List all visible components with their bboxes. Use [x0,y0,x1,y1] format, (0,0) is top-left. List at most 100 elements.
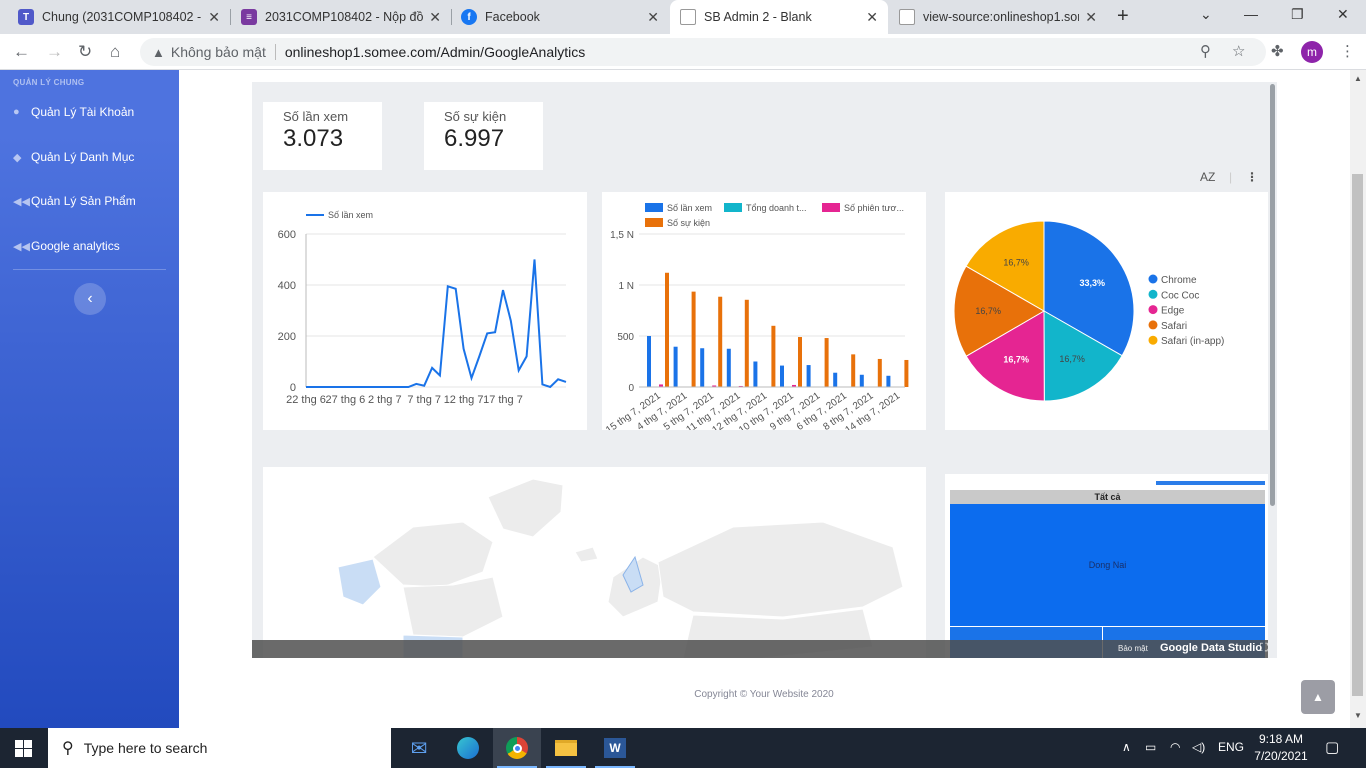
x-tick-label: 2 thg 7 [368,394,402,406]
taskbar-search[interactable]: ⚲ Type here to search [48,728,391,768]
bar [886,375,891,387]
legend-swatch [1148,274,1158,284]
close-window-icon[interactable]: ✕ [1337,6,1349,23]
close-tab-icon[interactable]: ✕ [647,9,659,26]
profile-avatar[interactable]: m [1301,41,1323,63]
y-tick-label: 500 [617,332,634,343]
bar [806,365,811,387]
reload-icon[interactable]: ↻ [78,42,92,62]
extensions-icon[interactable]: ✤ [1271,42,1284,60]
forward-icon[interactable]: → [46,42,63,62]
bar [771,325,776,387]
legend-label: Safari (in-app) [1161,336,1224,347]
word-icon: W [604,738,626,758]
bar [798,337,802,387]
treemap-scale-bar [1156,481,1265,485]
tray-chevron-up-icon[interactable]: ∧ [1122,740,1131,754]
browser-tab[interactable]: f Facebook ✕ [451,0,669,34]
line-chart-panel: Số lần xem 600 400 200 0 22 thg 6 27 thg 62 th… [263,192,587,430]
restore-icon[interactable]: ❐ [1291,6,1304,23]
page-scrollbar[interactable]: ▲ ▼ [1350,70,1366,728]
bar [824,338,829,387]
fullscreen-icon[interactable]: ⛶ [1260,642,1268,655]
x-tick-label: 27 thg 6 [326,394,366,406]
warning-icon[interactable]: ▲ [152,45,165,60]
legend-label: Edge [1161,306,1185,317]
treemap-header[interactable]: Tất cả [950,490,1265,504]
windows-start-icon[interactable] [15,740,32,757]
bell-icon: ◆ [13,151,22,164]
scroll-up-icon[interactable]: ▲ [1354,74,1362,83]
taskbar-word[interactable]: W [591,728,639,768]
scorecard-events: Số sự kiện 6.997 [424,102,543,170]
notifications-icon[interactable]: ▢ [1325,738,1339,756]
close-tab-icon[interactable]: ✕ [866,9,878,26]
report-scrollbar[interactable] [1268,82,1277,658]
world-map [337,478,904,658]
minimize-icon[interactable]: — [1244,6,1258,22]
battery-icon[interactable]: ▭ [1145,740,1156,754]
x-tick-label: 22 thg 6 [286,394,326,406]
clock-date: 7/20/2021 [1254,749,1308,763]
sidebar-item-google-analytics[interactable]: ◀◀ Google analytics [13,239,120,253]
scroll-down-icon[interactable]: ▼ [1354,711,1362,720]
legend-swatch [645,203,663,212]
zoom-icon[interactable]: ⚲ [1200,42,1211,60]
browser-tab-bar: T Chung (2031COMP108402 - T ✕ ≡ 2031COMP… [0,0,1366,34]
tab-title: Chung (2031COMP108402 - T [42,10,203,24]
taskbar-mail[interactable]: ✉ [395,728,443,768]
bar [744,299,749,387]
back-icon[interactable]: ← [13,42,30,62]
wifi-icon[interactable]: ◠ [1170,740,1180,754]
page-icon [680,9,696,25]
legend-swatch [1148,320,1158,330]
bookmark-star-icon[interactable]: ☆ [1232,42,1245,60]
new-tab-icon[interactable]: + [1117,5,1129,28]
system-clock[interactable]: 9:18 AM 7/20/2021 [1251,731,1311,765]
bar [647,336,651,387]
taskbar-explorer[interactable] [542,728,590,768]
pie-data-label: 16,7% [1003,354,1029,364]
tab-search-icon[interactable]: ⌄ [1200,6,1212,23]
home-icon[interactable]: ⌂ [110,42,120,62]
sidebar-item-accounts[interactable]: ● Quản Lý Tài Khoản [13,105,134,119]
not-secure-label[interactable]: Không bảo mật [171,44,266,60]
legend-label: Số lần xem [328,210,373,220]
taskbar-edge[interactable] [444,728,492,768]
bar [665,272,669,387]
browser-tab[interactable]: ≡ 2031COMP108402 - Nộp đồ ✕ [231,0,451,34]
close-tab-icon[interactable]: ✕ [208,9,220,26]
close-tab-icon[interactable]: ✕ [429,9,441,26]
sidebar-item-categories[interactable]: ◆ Quản Lý Danh Mục [13,150,134,164]
chevron-left-icon: ‹ [87,290,93,307]
sort-icon[interactable]: AZ [1200,170,1215,184]
data-studio-logo[interactable]: Google Data Studio [1160,642,1262,654]
sidebar-item-products[interactable]: ◀◀ Quản Lý Sản Phẩm [13,194,136,208]
bar [780,365,784,387]
forms-icon: ≡ [241,9,257,25]
url-text[interactable]: onlineshop1.somee.com/Admin/GoogleAnalyt… [285,44,585,60]
bar [904,359,909,387]
browser-tab[interactable]: T Chung (2031COMP108402 - T ✕ [8,0,230,34]
privacy-link[interactable]: Bảo mật [1118,644,1148,653]
more-options-icon[interactable]: ⋮ [1246,170,1258,184]
close-tab-icon[interactable]: ✕ [1085,9,1097,26]
browser-tab[interactable]: view-source:onlineshop1.som ✕ [889,0,1107,34]
map-region-greenland [487,478,564,538]
sidebar-toggle-button[interactable]: ‹ [74,283,106,315]
bar [718,296,723,387]
volume-icon[interactable]: ◁) [1192,740,1205,754]
page-scrollbar-thumb[interactable] [1352,174,1363,696]
report-scrollbar-thumb[interactable] [1270,84,1275,506]
url-field[interactable]: ▲ Không bảo mật onlineshop1.somee.com/Ad… [140,38,1266,66]
menu-icon[interactable]: ⋮ [1340,42,1355,60]
bar [753,361,758,387]
treemap-region[interactable]: Dong Nai [950,504,1265,626]
bar [726,348,731,387]
user-icon: ● [13,106,20,118]
taskbar-chrome[interactable] [493,728,541,768]
scroll-to-top-button[interactable]: ▲ [1301,680,1335,714]
language-indicator[interactable]: ENG [1218,740,1244,754]
browser-tab-active[interactable]: SB Admin 2 - Blank ✕ [670,0,888,34]
tab-title: view-source:onlineshop1.som [923,10,1080,24]
